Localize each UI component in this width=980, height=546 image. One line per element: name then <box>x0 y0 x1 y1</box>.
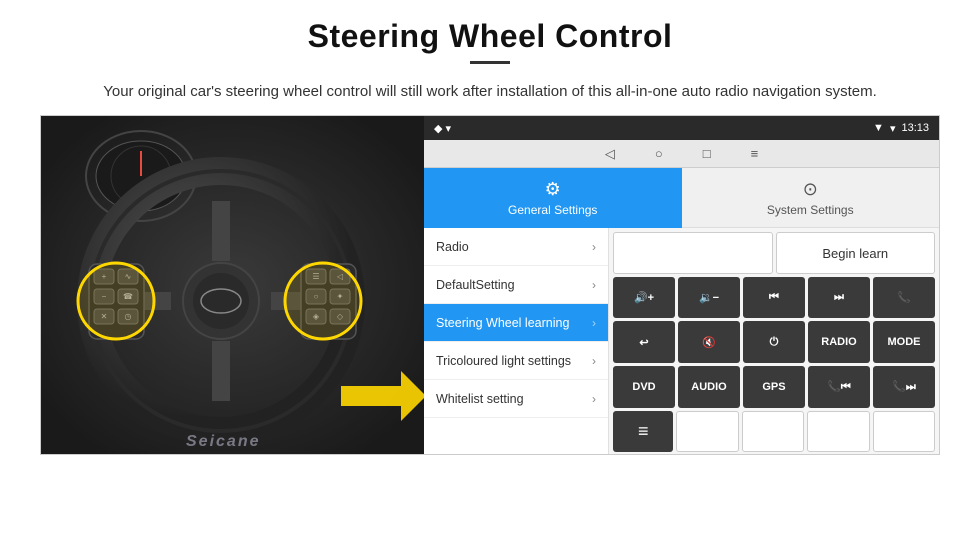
empty-slot-4 <box>807 411 869 453</box>
steering-svg-container: + ∿ − ☎ ✕ ◷ ☰ ◁ ○ ✦ <box>41 116 424 455</box>
tab-general-settings[interactable]: ⚙ General Settings <box>424 168 682 228</box>
empty-slot-2 <box>676 411 738 453</box>
next-track-icon: ⏭ <box>834 291 844 304</box>
empty-slot-5 <box>873 411 935 453</box>
system-icon: ⊙ <box>803 179 818 200</box>
power-button[interactable]: ⏻ <box>743 321 805 363</box>
subtitle: Your original car's steering wheel contr… <box>103 80 877 103</box>
prev-track-button[interactable]: ⏮ <box>743 277 805 319</box>
gear-icon: ⚙ <box>545 179 561 200</box>
left-menu: Radio › DefaultSetting › Steering Wheel … <box>424 228 609 455</box>
right-controls: Begin learn 🔊+ 🔉− ⏮ <box>609 228 939 455</box>
radio-label: Radio <box>436 240 469 254</box>
control-row-2: 🔊+ 🔉− ⏮ ⏭ 📞 <box>613 277 935 319</box>
general-settings-label: General Settings <box>508 203 597 217</box>
audio-button[interactable]: AUDIO <box>678 366 740 408</box>
clock: 13:13 <box>901 122 929 134</box>
phone-prev-button[interactable]: 📞⏮ <box>808 366 870 408</box>
dvd-button[interactable]: DVD <box>613 366 675 408</box>
chevron-icon: › <box>592 392 596 406</box>
menu-item-tricoloured[interactable]: Tricoloured light settings › <box>424 342 608 380</box>
empty-slot-btn <box>613 232 773 274</box>
nav-bar: ◁ ○ □ ≡ <box>424 140 939 168</box>
content-area: + ∿ − ☎ ✕ ◷ ☰ ◁ ○ ✦ <box>40 115 940 455</box>
menu-item-default-setting[interactable]: DefaultSetting › <box>424 266 608 304</box>
control-row-4: DVD AUDIO GPS 📞⏮ 📞⏭ <box>613 366 935 408</box>
menu-item-steering-wheel[interactable]: Steering Wheel learning › <box>424 304 608 342</box>
signal-icon: ▾ <box>890 122 896 135</box>
next-track-button[interactable]: ⏭ <box>808 277 870 319</box>
phone-icon: 📞 <box>897 291 911 304</box>
mute-button[interactable]: 🔇 <box>678 321 740 363</box>
mode-button[interactable]: MODE <box>873 321 935 363</box>
begin-learn-button[interactable]: Begin learn <box>776 232 936 274</box>
title-section: Steering Wheel Control <box>308 18 673 74</box>
control-row-5: ≡ <box>613 411 935 453</box>
chevron-icon: › <box>592 354 596 368</box>
control-row-1: Begin learn <box>613 232 935 274</box>
menu-item-radio[interactable]: Radio › <box>424 228 608 266</box>
hangup-icon: ↩ <box>639 336 648 349</box>
status-bar-left: ◆ ▾ <box>434 122 451 135</box>
settings-tabs: ⚙ General Settings ⊙ System Settings <box>424 168 939 228</box>
list-button[interactable]: ≡ <box>613 411 673 453</box>
power-icon: ⏻ <box>770 336 779 349</box>
steering-wheel-svg: + ∿ − ☎ ✕ ◷ ☰ ◁ ○ ✦ <box>41 116 424 455</box>
back-nav-icon[interactable]: ◁ <box>605 146 615 162</box>
page-title: Steering Wheel Control <box>308 18 673 55</box>
chevron-icon: › <box>592 278 596 292</box>
radio-control-button[interactable]: RADIO <box>808 321 870 363</box>
mute-icon: 🔇 <box>702 336 716 349</box>
phone-fwd-button[interactable]: 📞⏭ <box>873 366 935 408</box>
status-bar: ◆ ▾ ▼ ▾ 13:13 <box>424 116 939 140</box>
vol-down-icon: 🔉− <box>699 291 719 304</box>
gps-button[interactable]: GPS <box>743 366 805 408</box>
list-icon: ≡ <box>638 421 649 442</box>
steering-wheel-label: Steering Wheel learning <box>436 316 569 330</box>
gps-status-icon: ◆ ▾ <box>434 122 451 135</box>
tab-system-settings[interactable]: ⊙ System Settings <box>682 168 940 228</box>
prev-track-icon: ⏮ <box>769 291 779 304</box>
wifi-icon: ▼ <box>873 122 884 134</box>
chevron-icon: › <box>592 316 596 330</box>
vol-up-button[interactable]: 🔊+ <box>613 277 675 319</box>
menu-nav-icon[interactable]: ≡ <box>751 146 759 161</box>
whitelist-label: Whitelist setting <box>436 392 524 406</box>
menu-item-whitelist[interactable]: Whitelist setting › <box>424 380 608 418</box>
phone-prev-icon: 📞⏮ <box>827 380 851 394</box>
default-setting-label: DefaultSetting <box>436 278 515 292</box>
system-settings-label: System Settings <box>767 203 854 217</box>
control-row-3: ↩ 🔇 ⏻ RADIO MODE <box>613 321 935 363</box>
android-ui-panel: ◆ ▾ ▼ ▾ 13:13 ◁ ○ □ ≡ ⚙ General Settin <box>424 116 939 455</box>
home-nav-icon[interactable]: ○ <box>655 146 663 161</box>
phone-fwd-icon: 📞⏭ <box>892 380 916 394</box>
phone-button[interactable]: 📞 <box>873 277 935 319</box>
vol-down-button[interactable]: 🔉− <box>678 277 740 319</box>
recent-nav-icon[interactable]: □ <box>703 146 711 161</box>
hangup-button[interactable]: ↩ <box>613 321 675 363</box>
page-wrapper: Steering Wheel Control Your original car… <box>0 0 980 546</box>
menu-controls-area: Radio › DefaultSetting › Steering Wheel … <box>424 228 939 455</box>
tricoloured-label: Tricoloured light settings <box>436 354 571 368</box>
title-divider <box>470 61 510 64</box>
svg-text:Seicane: Seicane <box>186 433 260 450</box>
steering-wheel-image: + ∿ − ☎ ✕ ◷ ☰ ◁ ○ ✦ <box>41 116 424 455</box>
empty-slot-3 <box>742 411 804 453</box>
chevron-icon: › <box>592 240 596 254</box>
vol-up-icon: 🔊+ <box>634 291 654 304</box>
status-bar-right: ▼ ▾ 13:13 <box>873 122 929 135</box>
